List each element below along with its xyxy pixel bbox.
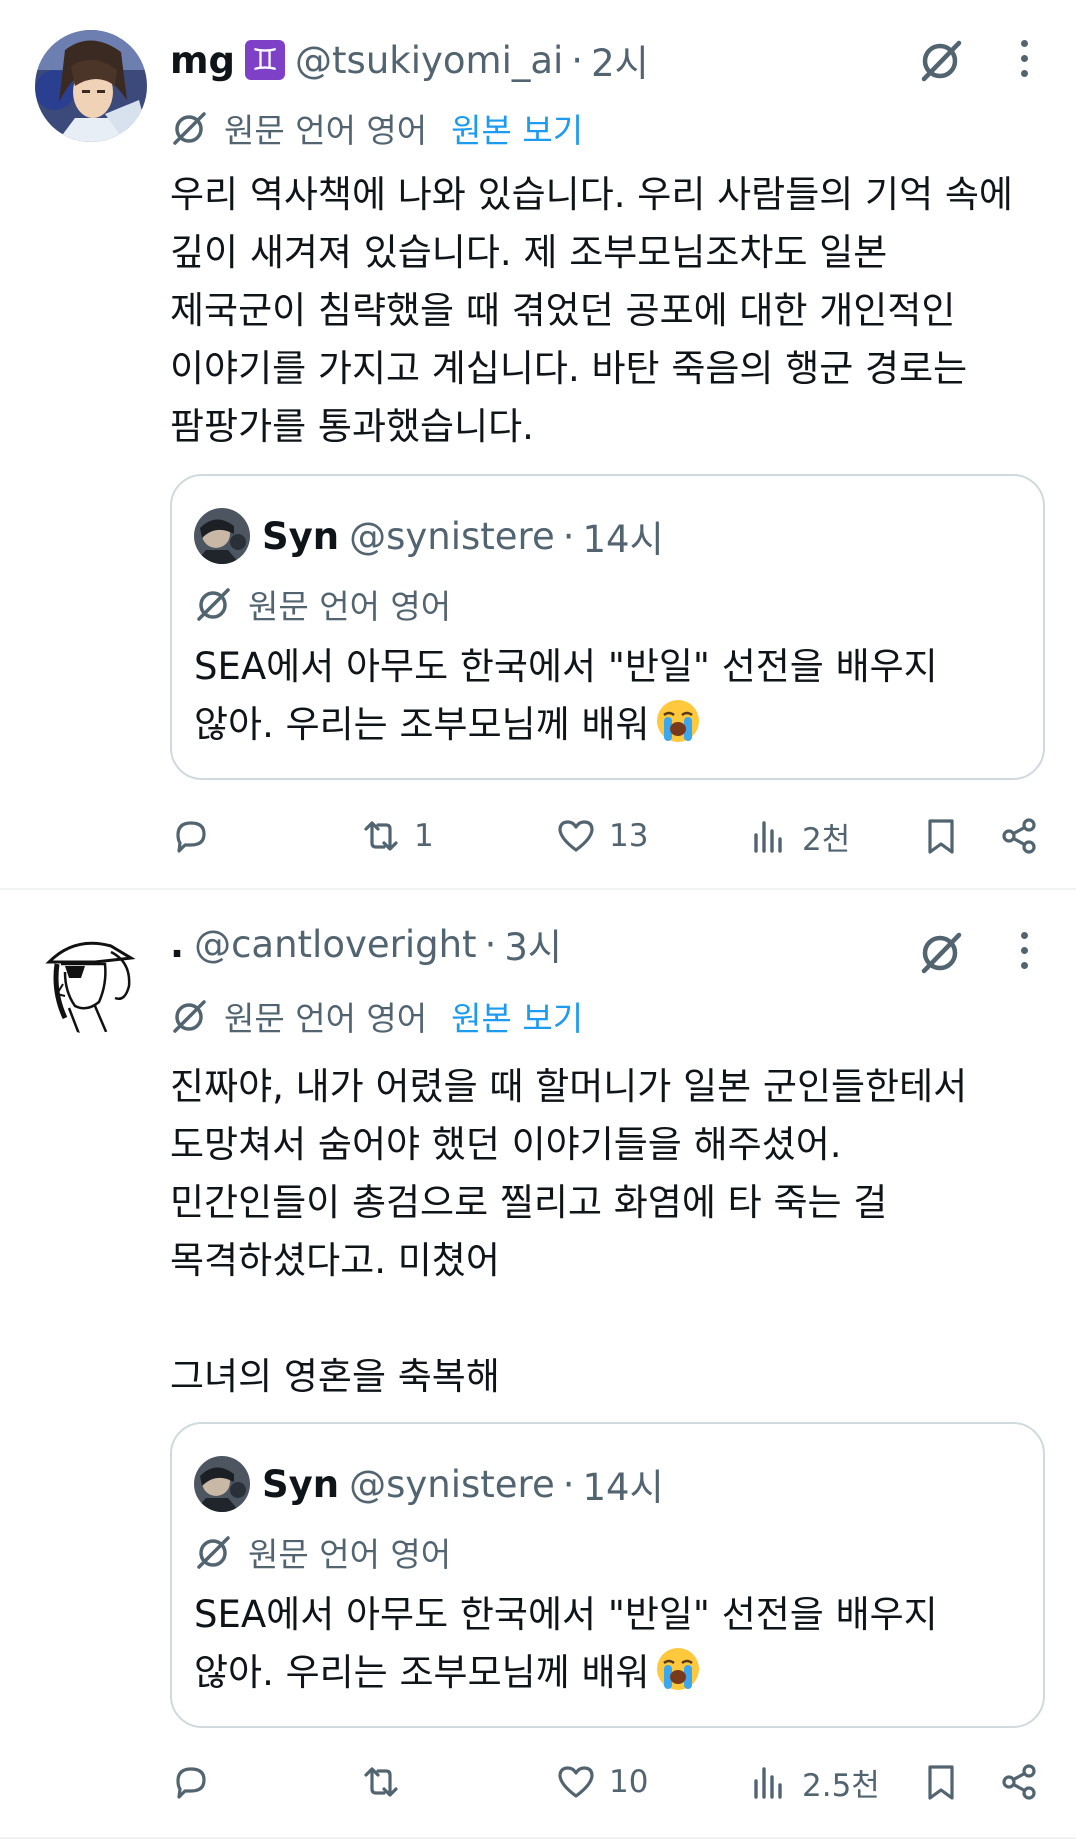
timestamp[interactable]: 2시 xyxy=(591,33,649,87)
avatar[interactable] xyxy=(35,922,147,1034)
views-button[interactable]: 2.5천 xyxy=(748,1752,880,1812)
loudly-crying-face-emoji xyxy=(656,700,699,742)
translate-icon xyxy=(197,588,230,621)
grok-icon[interactable] xyxy=(915,34,967,86)
translation-notice: 원문 언어 영어 원본 보기 xyxy=(170,104,583,152)
quoted-timestamp[interactable]: 14시 xyxy=(583,509,664,563)
views-icon xyxy=(754,1767,782,1799)
bookmark-button[interactable] xyxy=(920,1752,962,1812)
translate-icon xyxy=(173,1000,206,1033)
retweet-count: 1 xyxy=(414,818,434,854)
reply-icon xyxy=(176,821,206,853)
quoted-tweet[interactable]: Syn @synistere · 14시 원문 언어 영어 SEA에서 아무도 … xyxy=(170,1422,1045,1728)
bookmark-icon xyxy=(928,819,954,854)
tweet-text: 우리 역사책에 나와 있습니다. 우리 사람들의 기억 속에 깊이 새겨져 있습… xyxy=(170,173,1013,448)
quoted-display-name[interactable]: Syn xyxy=(262,1463,339,1506)
retweet-icon xyxy=(364,1767,398,1797)
heart-icon xyxy=(558,820,594,852)
quoted-handle[interactable]: @synistere xyxy=(349,515,555,558)
quoted-tweet[interactable]: Syn @synistere · 14시 원문 언어 영어 SEA에서 아무도 … xyxy=(170,474,1045,780)
quoted-translation-notice: 원문 언어 영어 xyxy=(194,580,451,628)
heart-icon xyxy=(558,1766,594,1798)
timestamp[interactable]: 3시 xyxy=(504,917,562,971)
user-handle[interactable]: @cantloveright xyxy=(194,923,477,966)
views-icon xyxy=(754,821,782,853)
more-icon[interactable] xyxy=(1010,924,1038,976)
quoted-translation-label: 원문 언어 영어 xyxy=(248,587,452,626)
translate-icon xyxy=(173,112,206,145)
views-button[interactable]: 2천 xyxy=(748,806,850,866)
share-icon xyxy=(1002,1764,1036,1800)
share-button[interactable] xyxy=(998,1752,1040,1812)
share-icon xyxy=(1002,818,1036,854)
like-count: 13 xyxy=(609,818,649,854)
quoted-avatar[interactable] xyxy=(194,1456,250,1512)
share-button[interactable] xyxy=(998,806,1040,866)
like-count: 10 xyxy=(609,1764,649,1800)
separator-dot: · xyxy=(562,1462,575,1506)
separator-dot: · xyxy=(562,514,575,558)
avatar[interactable] xyxy=(35,30,147,142)
retweet-button[interactable] xyxy=(360,1752,414,1812)
user-handle[interactable]: @tsukiyomi_ai xyxy=(295,39,563,82)
quoted-text-content: SEA에서 아무도 한국에서 "반일" 선전을 배우지 않아. 우리는 조부모님… xyxy=(194,645,938,746)
reply-button[interactable] xyxy=(170,1752,224,1812)
tweet-actions: 1 13 2천 xyxy=(0,806,1076,866)
separator-dot: · xyxy=(484,922,497,966)
quoted-header: Syn @synistere · 14시 xyxy=(262,506,664,566)
bookmark-button[interactable] xyxy=(920,806,962,866)
translation-label: 원문 언어 영어 xyxy=(224,111,428,150)
show-original-link[interactable]: 원본 보기 xyxy=(451,104,583,152)
show-original-link[interactable]: 원본 보기 xyxy=(451,992,583,1040)
tweet-header: . @cantloveright · 3시 xyxy=(170,916,562,972)
like-button[interactable]: 10 xyxy=(555,1752,648,1812)
quoted-avatar[interactable] xyxy=(194,508,250,564)
quoted-text: SEA에서 아무도 한국에서 "반일" 선전을 배우지 않아. 우리는 조부모님… xyxy=(194,638,1014,754)
translation-notice: 원문 언어 영어 원본 보기 xyxy=(170,992,583,1040)
bookmark-icon xyxy=(928,1765,954,1800)
more-icon[interactable] xyxy=(1010,32,1038,84)
tweet[interactable]: mg ♊ @tsukiyomi_ai · 2시 원문 언어 영어 원본 보기 우… xyxy=(0,0,1076,888)
tweet[interactable]: . @cantloveright · 3시 원문 언어 영어 원본 보기 진짜야… xyxy=(0,890,1076,1841)
quoted-translation-label: 원문 언어 영어 xyxy=(248,1535,452,1574)
view-count: 2.5천 xyxy=(802,1767,880,1804)
quoted-handle[interactable]: @synistere xyxy=(349,1463,555,1506)
reply-button[interactable] xyxy=(170,806,224,866)
tweet-actions: 10 2.5천 xyxy=(0,1752,1076,1812)
retweet-icon xyxy=(364,821,398,851)
timeline-feed: mg ♊ @tsukiyomi_ai · 2시 원문 언어 영어 원본 보기 우… xyxy=(0,0,1076,1841)
tweet-divider xyxy=(0,1837,1076,1839)
translation-label: 원문 언어 영어 xyxy=(224,999,428,1038)
separator-dot: · xyxy=(571,38,584,82)
retweet-button[interactable]: 1 xyxy=(360,806,434,866)
quoted-header: Syn @synistere · 14시 xyxy=(262,1454,664,1514)
tweet-text: 진짜야, 내가 어렸을 때 할머니가 일본 군인들한테서 도망쳐서 숨어야 했던… xyxy=(170,1065,968,1398)
reply-icon xyxy=(176,1767,206,1799)
loudly-crying-face-emoji xyxy=(656,1648,699,1690)
display-name[interactable]: mg xyxy=(170,39,235,82)
quoted-timestamp[interactable]: 14시 xyxy=(583,1457,664,1511)
grok-icon[interactable] xyxy=(915,926,967,978)
quoted-text: SEA에서 아무도 한국에서 "반일" 선전을 배우지 않아. 우리는 조부모님… xyxy=(194,1586,1014,1702)
display-name[interactable]: . xyxy=(170,923,184,966)
view-count: 2천 xyxy=(802,821,851,858)
like-button[interactable]: 13 xyxy=(555,806,648,866)
quoted-text-content: SEA에서 아무도 한국에서 "반일" 선전을 배우지 않아. 우리는 조부모님… xyxy=(194,1593,938,1694)
translate-icon xyxy=(197,1536,230,1569)
gemini-emoji-badge: ♊ xyxy=(245,40,286,80)
quoted-translation-notice: 원문 언어 영어 xyxy=(194,1528,451,1576)
tweet-header: mg ♊ @tsukiyomi_ai · 2시 xyxy=(170,32,649,88)
quoted-display-name[interactable]: Syn xyxy=(262,515,339,558)
